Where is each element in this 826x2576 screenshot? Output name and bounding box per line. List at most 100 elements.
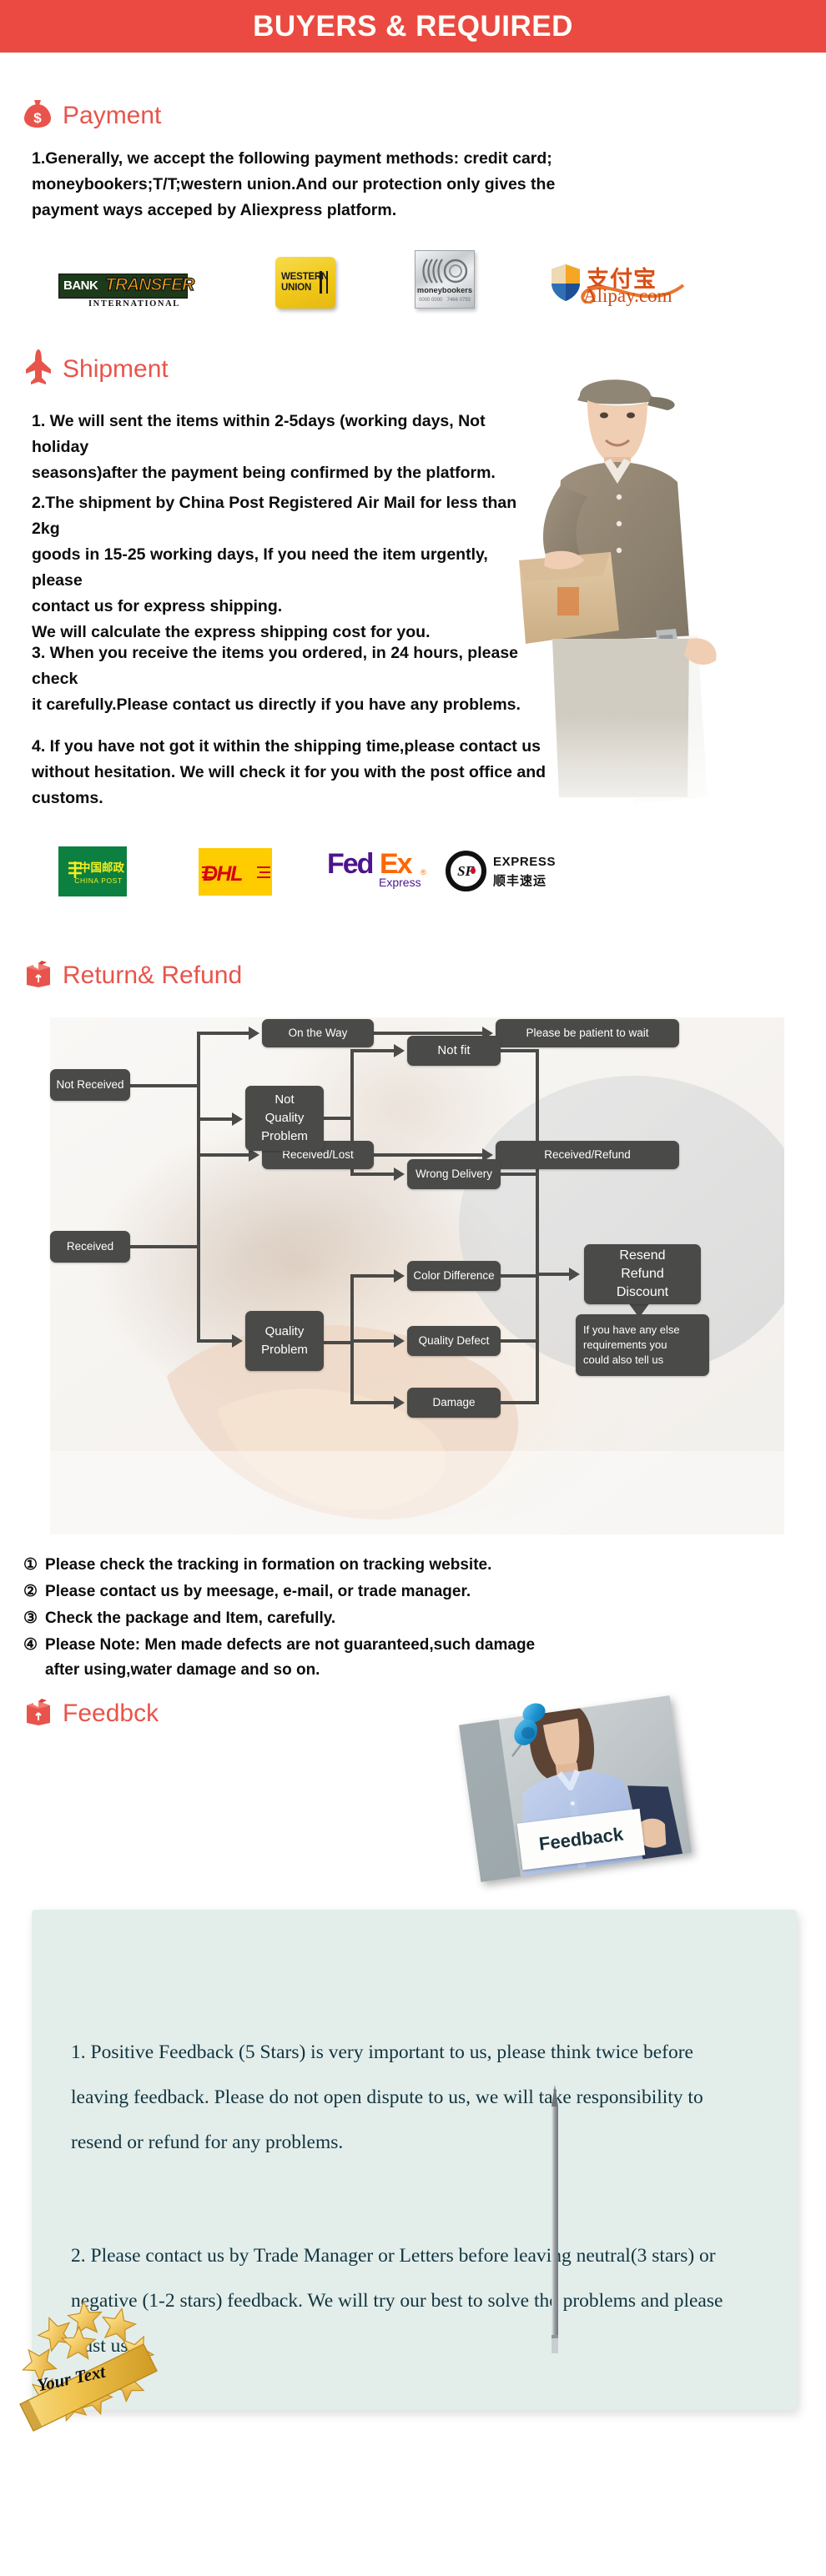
bank-transfer-logo: BANK TRANSFER INTERNATIONAL bbox=[58, 274, 195, 309]
flow-line bbox=[501, 1274, 539, 1278]
sf-red-dot-icon bbox=[471, 867, 476, 874]
page-banner: BUYERS & REQUIRED bbox=[0, 0, 826, 53]
airplane-icon bbox=[25, 349, 52, 389]
section-header-shipment: Shipment bbox=[25, 349, 169, 389]
western-union-bar bbox=[320, 271, 322, 294]
flow-arrow bbox=[394, 1044, 405, 1057]
fedex-registered-mark: ® bbox=[421, 868, 426, 876]
flow-arrow bbox=[232, 1334, 243, 1348]
list-item: ② Please contact us by meesage, e-mail, … bbox=[23, 1579, 808, 1604]
push-pin-icon bbox=[499, 1700, 554, 1777]
flow-arrow bbox=[232, 1112, 243, 1126]
flow-line bbox=[536, 1273, 569, 1276]
list-text: Please contact us by meesage, e-mail, or… bbox=[45, 1583, 471, 1600]
flow-node-please-wait: Please be patient to wait bbox=[496, 1019, 679, 1047]
western-union-bar-thin bbox=[326, 271, 328, 294]
section-title-return-refund: Return& Refund bbox=[63, 961, 243, 989]
moneybookers-num-right: 7466 0793 bbox=[446, 298, 471, 303]
alipay-shield-icon bbox=[552, 264, 580, 301]
flow-node-not-received: Not Received bbox=[50, 1069, 130, 1101]
flow-line bbox=[501, 1401, 539, 1404]
feedback-paragraph-1: 1. Positive Feedback (5 Stars) is very i… bbox=[71, 2041, 703, 2153]
list-marker: ③ bbox=[23, 1609, 38, 1627]
dhl-logo: DHL bbox=[199, 847, 272, 896]
flow-line bbox=[324, 1341, 354, 1344]
flow-line bbox=[197, 1117, 200, 1343]
sf-express-logo: SF EXPRESS 顺丰速运 bbox=[446, 850, 562, 893]
flow-node-quality-problem: Quality Problem bbox=[245, 1311, 324, 1371]
bank-transfer-line2: TRANSFER bbox=[104, 274, 195, 294]
payment-paragraph: 1.Generally, we accept the following pay… bbox=[32, 149, 556, 219]
flow-arrow bbox=[394, 1396, 405, 1409]
return-refund-flowchart: Not Received On the Way Please be patien… bbox=[50, 1017, 784, 1534]
section-title-payment: Payment bbox=[63, 101, 162, 129]
dhl-label: DHL bbox=[203, 861, 243, 886]
flow-node-on-the-way: On the Way bbox=[262, 1019, 374, 1047]
flow-node-any-else-requirements: If you have any else requirements you co… bbox=[576, 1314, 709, 1376]
fedex-sublabel: Express bbox=[379, 876, 421, 889]
section-title-shipment: Shipment bbox=[63, 354, 169, 383]
fedex-logo: Fed Ex ® Express bbox=[327, 848, 429, 893]
flow-line bbox=[350, 1274, 394, 1278]
flow-line bbox=[197, 1032, 249, 1035]
list-item: ① Please check the tracking in formation… bbox=[23, 1553, 808, 1578]
flow-node-received: Received bbox=[50, 1231, 130, 1263]
shipment-paragraph-2: 2.The shipment by China Post Registered … bbox=[32, 494, 517, 641]
feedback-body: 1. Positive Feedback (5 Stars) is very i… bbox=[71, 1985, 730, 2437]
flow-node-color-difference: Color Difference bbox=[407, 1261, 501, 1291]
flow-node-quality-defect: Quality Defect bbox=[407, 1326, 501, 1356]
flow-node-received-refund: Received/Refund bbox=[496, 1141, 679, 1169]
sf-mark: SF bbox=[446, 851, 486, 891]
flow-line bbox=[350, 1049, 394, 1052]
shipment-paragraph-4: 4. If you have not got it within the shi… bbox=[32, 737, 546, 807]
flow-line bbox=[350, 1173, 394, 1176]
list-marker: ② bbox=[23, 1583, 38, 1600]
sf-line2: 顺丰速运 bbox=[493, 873, 547, 888]
moneybookers-wave-icon bbox=[422, 259, 468, 284]
china-post-logo: 中国邮政 CHINA POST bbox=[58, 846, 127, 896]
flow-line bbox=[164, 1084, 200, 1087]
flow-line bbox=[501, 1173, 539, 1176]
sf-line1: EXPRESS bbox=[493, 855, 557, 869]
list-marker: ④ bbox=[23, 1636, 38, 1654]
flow-line bbox=[324, 1117, 354, 1120]
flow-line bbox=[501, 1049, 539, 1052]
return-refund-notes: ① Please check the tracking in formation… bbox=[23, 1553, 808, 1685]
moneybookers-label: moneybookers bbox=[416, 286, 473, 294]
flow-node-wrong-delivery: Wrong Delivery bbox=[407, 1159, 501, 1189]
flow-line bbox=[164, 1245, 200, 1248]
flow-line bbox=[350, 1401, 394, 1404]
list-item: ③ Check the package and Item, carefully. bbox=[23, 1606, 808, 1631]
return-box-icon bbox=[25, 1697, 52, 1730]
shipment-paragraph-1: 1. We will sent the items within 2-5days… bbox=[32, 412, 496, 482]
feedback-photo: Feedback bbox=[459, 1695, 692, 1882]
flow-node-not-quality-problem: Not Quality Problem bbox=[245, 1086, 324, 1151]
list-text: Check the package and Item, carefully. bbox=[45, 1609, 336, 1627]
list-item: ④ Please Note: Men made defects are not … bbox=[23, 1633, 808, 1683]
western-union-logo: WESTERN UNION bbox=[275, 257, 335, 309]
moneybookers-logo: moneybookers 0000 0000 7466 0793 bbox=[415, 250, 475, 309]
section-header-payment: $ Payment bbox=[23, 98, 161, 133]
section-header-return-refund: Return& Refund bbox=[25, 959, 242, 992]
fedex-part-fed: Fed bbox=[327, 848, 374, 880]
flow-arrow bbox=[569, 1268, 580, 1281]
flow-arrow bbox=[394, 1269, 405, 1283]
flow-line bbox=[374, 1032, 482, 1035]
alipay-label: Alipay.com bbox=[583, 285, 672, 306]
flow-line bbox=[501, 1339, 539, 1343]
flow-node-not-fit: Not fit bbox=[407, 1036, 501, 1066]
bank-transfer-line3: INTERNATIONAL bbox=[88, 299, 180, 309]
list-text: Please check the tracking in formation o… bbox=[45, 1556, 492, 1574]
payment-logo-row: BANK TRANSFER INTERNATIONAL WESTERN UNIO… bbox=[58, 250, 696, 309]
flow-line bbox=[130, 1084, 164, 1087]
money-bag-icon: $ bbox=[23, 98, 52, 133]
flow-line bbox=[197, 1153, 249, 1157]
flow-node-damage: Damage bbox=[407, 1388, 501, 1418]
moneybookers-num-left: 0000 0000 bbox=[419, 298, 443, 303]
flow-line bbox=[197, 1339, 232, 1343]
section-header-feedback: Feedbck bbox=[25, 1697, 159, 1730]
feedback-paragraph-2: 2. Please contact us by Trade Manager or… bbox=[71, 2245, 723, 2357]
flow-line bbox=[130, 1245, 164, 1248]
flow-arrow bbox=[394, 1334, 405, 1348]
bank-transfer-line1: BANK bbox=[63, 279, 98, 293]
